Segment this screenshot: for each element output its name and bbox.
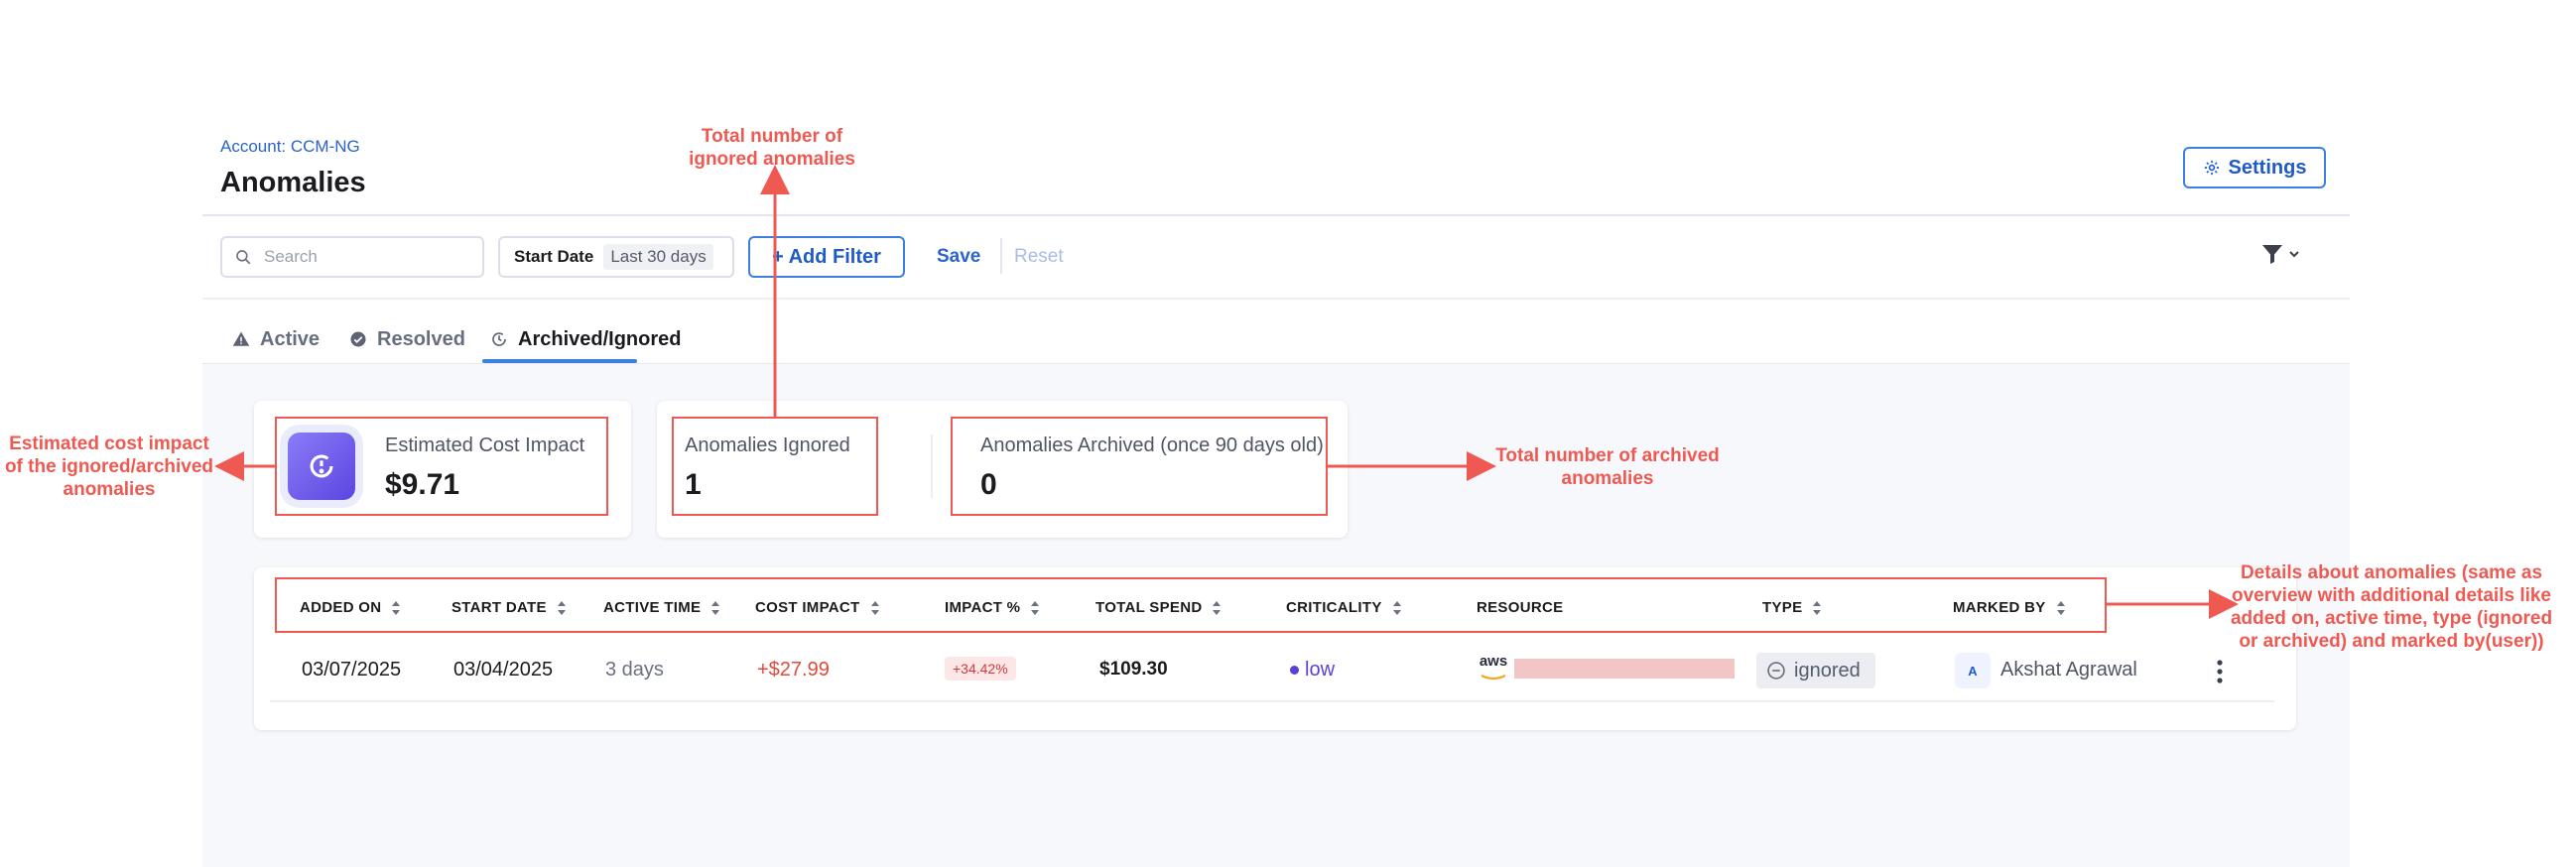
annotation-arrows	[214, 165, 2239, 619]
